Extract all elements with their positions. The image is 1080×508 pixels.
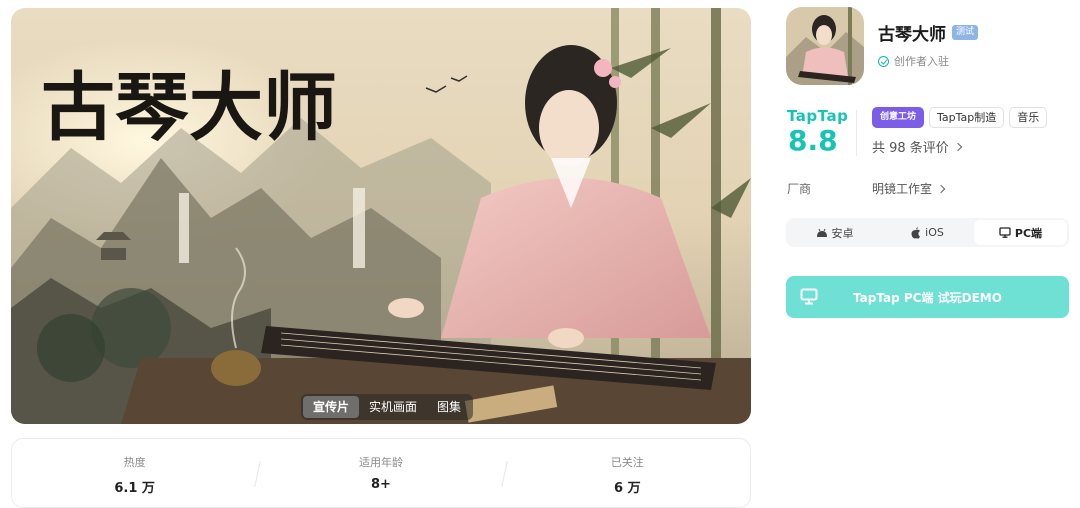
- chevron-right-icon: [936, 184, 946, 193]
- stat-value: 8+: [371, 477, 391, 492]
- vendor-name: 明镜工作室: [872, 182, 933, 196]
- platform-label: PC端: [1014, 226, 1043, 240]
- vendor-link[interactable]: 明镜工作室: [872, 180, 946, 197]
- creator-status[interactable]: 创作者入驻: [878, 53, 949, 69]
- media-tabs: 宣传片 实机画面 图集: [301, 394, 474, 420]
- app-title-row: 古琴大师 测试: [878, 20, 979, 45]
- app-name: 古琴大师: [878, 25, 946, 45]
- try-demo-button[interactable]: TapTap PC端 试玩DEMO: [786, 276, 1069, 318]
- platform-tab-ios[interactable]: iOS: [881, 220, 974, 245]
- tag-workshop[interactable]: 创意工坊: [872, 107, 925, 128]
- platform-label: 安卓: [831, 226, 854, 240]
- android-icon: [816, 228, 827, 237]
- stats-card: 热度 6.1 万 适用年龄 8+ 已关注 6 万: [11, 438, 751, 508]
- stat-value: 6 万: [614, 481, 641, 496]
- media-tab-gameplay[interactable]: 实机画面: [359, 396, 427, 418]
- platform-label: iOS: [925, 226, 944, 239]
- reviews-label: 共 98 条评价: [872, 141, 949, 156]
- stat-label: 热度: [123, 456, 146, 469]
- vendor-label: 厂商: [787, 182, 812, 196]
- try-demo-label: TapTap PC端 试玩DEMO: [853, 290, 1002, 305]
- media-tab-trailer[interactable]: 宣传片: [303, 396, 360, 418]
- platform-switch: 安卓 iOS PC端: [786, 218, 1069, 247]
- score-brand: TapTap: [787, 107, 849, 125]
- test-badge: 测试: [952, 25, 979, 40]
- media-tab-gallery[interactable]: 图集: [427, 396, 471, 418]
- reviews-link[interactable]: 共 98 条评价: [872, 137, 963, 156]
- stat-label: 适用年龄: [358, 456, 403, 469]
- tag-list: 创意工坊 TapTap制造 音乐: [872, 107, 1048, 128]
- check-circle-icon: [878, 55, 889, 67]
- platform-tab-pc[interactable]: PC端: [974, 220, 1067, 245]
- apple-icon: [911, 226, 921, 239]
- monitor-icon: [999, 227, 1011, 238]
- score-divider: [856, 110, 857, 156]
- score-value: 8.8: [788, 124, 838, 157]
- monitor-icon: [800, 288, 818, 305]
- stat-label: 已关注: [610, 456, 644, 469]
- chevron-right-icon: [953, 142, 963, 151]
- hero-media[interactable]: 古琴大师 宣传片 实机画面 图集: [11, 8, 751, 424]
- artwork-title-text: 古琴大师: [41, 65, 337, 151]
- app-icon: [786, 7, 864, 85]
- tag-music[interactable]: 音乐: [1009, 107, 1048, 128]
- creator-label: 创作者入驻: [894, 55, 949, 68]
- hero-artwork: 古琴大师: [11, 8, 751, 424]
- platform-tab-android[interactable]: 安卓: [788, 220, 881, 245]
- tag-taptap-made[interactable]: TapTap制造: [929, 107, 1005, 128]
- stat-value: 6.1 万: [114, 481, 155, 496]
